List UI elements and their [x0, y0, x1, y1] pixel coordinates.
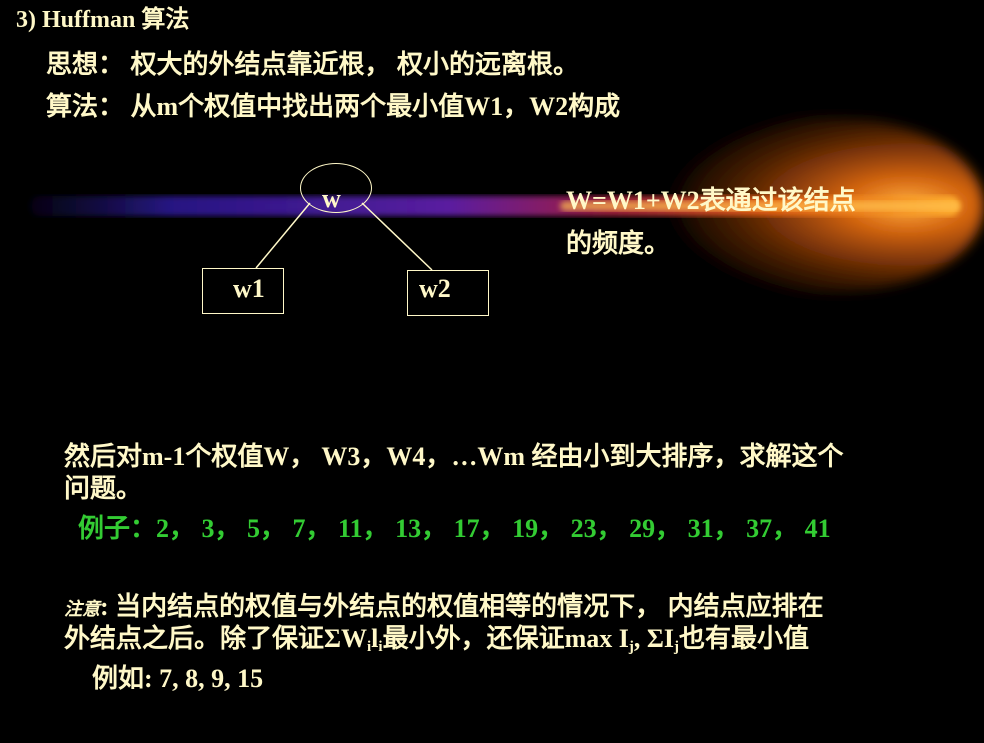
note-label: 注意	[64, 599, 100, 619]
note-text-c: 最小外，还保证max I	[382, 624, 629, 653]
tree-edges	[255, 202, 433, 271]
then-line-1: 然后对m-1个权值W， W3，W4，…Wm 经由小到大排序，求解这个	[64, 442, 844, 471]
edge-left	[255, 202, 311, 269]
note-text-d: , ΣI	[633, 624, 674, 653]
note-line-2: 外结点之后。除了保证ΣWili最小外，还保证max Ij, ΣIj也有最小值	[64, 624, 809, 655]
note-text-a: 外结点之后。除了保证ΣW	[64, 624, 367, 653]
edge-right	[361, 202, 433, 271]
right-child-label: w2	[419, 274, 451, 303]
example-line: 例子：2， 3， 5， 7， 11， 13， 17， 19， 23， 29， 3…	[78, 514, 831, 543]
tree-caption-line-2: 的频度。	[566, 229, 671, 258]
then-line-2: 问题。	[64, 474, 143, 503]
left-child-label: w1	[233, 274, 265, 303]
note-text-e: 也有最小值	[678, 624, 809, 653]
note-line-1-text: : 当内结点的权值与外结点的权值相等的情况下， 内结点应排在	[100, 592, 824, 621]
tree-caption-line-1: W=W1+W2表通过该结点	[566, 186, 856, 215]
note-line-1: 注意: 当内结点的权值与外结点的权值相等的情况下， 内结点应排在	[64, 592, 824, 624]
root-node-label: w	[322, 184, 341, 213]
for-example-line: 例如: 7, 8, 9, 15	[92, 664, 264, 693]
